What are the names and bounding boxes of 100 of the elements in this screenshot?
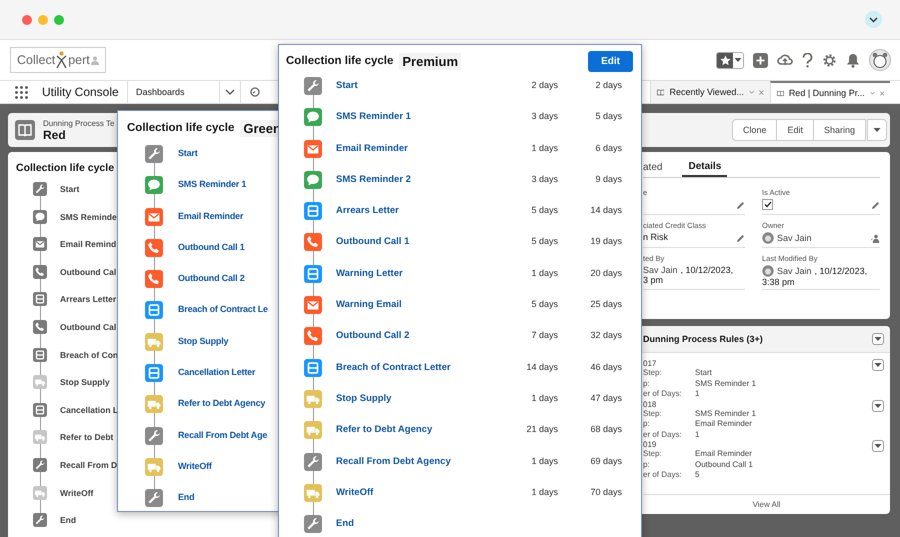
step-name: SMS Reminde <box>60 210 117 224</box>
user-link[interactable]: Sav Jain <box>777 266 812 276</box>
dropdown-button[interactable] <box>872 440 884 452</box>
record-link[interactable]: 019 <box>643 440 753 449</box>
cumulative-days: 47 days <box>572 390 622 422</box>
book-icon <box>15 120 35 140</box>
step-link[interactable]: Email Reminder <box>336 140 484 171</box>
step-days: 7 days <box>498 327 558 359</box>
figure-icon <box>56 51 68 69</box>
user-link[interactable]: Sav Jain <box>643 265 678 275</box>
dropdown-button[interactable] <box>872 400 884 412</box>
close-icon[interactable] <box>880 90 884 96</box>
chevron-icon[interactable] <box>748 90 754 94</box>
panel-title: Collection life cycle <box>127 122 234 134</box>
record-link[interactable]: 017 <box>643 359 756 368</box>
tab[interactable]: Details <box>682 158 728 177</box>
cumulative-days: 6 days <box>572 140 622 171</box>
step-link[interactable]: Start <box>336 77 484 108</box>
step-link[interactable]: Refer to Debt Agency <box>336 421 484 453</box>
step-link[interactable]: Breach of Contract Letter <box>336 358 484 390</box>
cumulative-days: 2 days <box>572 77 622 108</box>
logo-text: Collect <box>17 53 56 67</box>
pencil-icon[interactable] <box>736 234 745 243</box>
field-label: er of Days: <box>643 389 683 400</box>
caret-icon <box>874 336 882 342</box>
window-close-button[interactable] <box>22 14 32 24</box>
step-days: 1 days <box>498 264 558 296</box>
step-days: 1 days <box>498 390 558 422</box>
person-icon <box>90 56 99 64</box>
card-title: Collection life cycle <box>16 162 116 174</box>
field-value: 3 pm <box>643 275 664 285</box>
edit-button[interactable]: Edit <box>588 50 633 72</box>
step-link[interactable]: End <box>336 515 641 537</box>
add-icon[interactable] <box>753 52 768 68</box>
avatar[interactable] <box>869 49 891 71</box>
step-name: Email Remind <box>60 238 116 252</box>
action-button[interactable]: Clone <box>732 119 778 141</box>
pencil-icon[interactable] <box>736 201 745 210</box>
step-link[interactable]: Recall From Debt Agency <box>336 452 484 484</box>
field-value: 1 <box>695 389 700 400</box>
field-value: Start <box>695 368 712 378</box>
step-link[interactable]: Outbound Call 1 <box>336 233 484 265</box>
step-name: Outbound Cal <box>60 266 116 279</box>
view-all-link[interactable]: View All <box>643 494 890 514</box>
notifications-icon[interactable] <box>846 52 860 68</box>
step-link[interactable]: Arrears Letter <box>336 202 484 234</box>
expand-button[interactable] <box>865 11 882 28</box>
step-link[interactable]: Warning Email <box>336 296 484 328</box>
close-icon[interactable] <box>759 88 764 96</box>
step-days: 2 days <box>498 77 558 108</box>
step-days: 1 days <box>498 484 558 516</box>
cumulative-days: 32 days <box>572 327 622 359</box>
step-name: Recall From D <box>60 458 118 472</box>
app-launcher-icon[interactable] <box>15 86 28 98</box>
field-value: 5 <box>695 470 700 480</box>
field-value: Outbound Call 1 <box>695 460 753 470</box>
step-link[interactable]: Outbound Call 2 <box>336 327 484 359</box>
step-days: 5 days <box>498 233 558 265</box>
field-label: er of Days: <box>643 470 683 480</box>
field-label: Step: <box>643 449 663 460</box>
action-button[interactable]: Edit <box>776 119 814 141</box>
field-value: Email Reminder <box>695 419 752 430</box>
dropdown-button[interactable] <box>872 333 884 345</box>
cloud-icon[interactable] <box>777 53 793 67</box>
tab[interactable]: ated <box>643 158 668 177</box>
step-link[interactable]: Warning Letter <box>336 264 484 296</box>
console-tab[interactable]: Recently Viewed... <box>650 81 770 103</box>
pencil-icon[interactable] <box>871 201 880 210</box>
book-icon <box>657 88 664 96</box>
step-link[interactable]: Stop Supply <box>336 390 484 422</box>
navigation-dropdown[interactable]: Dashboards <box>127 81 241 103</box>
change-owner-icon[interactable] <box>871 234 880 243</box>
action-button[interactable]: Sharing <box>812 119 866 141</box>
favorites-button[interactable] <box>716 52 744 68</box>
cumulative-days: 14 days <box>572 202 622 234</box>
console-tab[interactable]: Red | Dunning Pr... <box>770 81 890 103</box>
step-name: Stop Supply <box>60 376 110 390</box>
step-link[interactable]: SMS Reminder 2 <box>336 170 484 202</box>
chevron-icon[interactable] <box>870 90 875 96</box>
cumulative-days: 46 days <box>572 358 622 390</box>
step-days: 14 days <box>498 358 558 390</box>
clock-icon[interactable] <box>250 87 260 97</box>
cumulative-days: 20 days <box>572 264 622 296</box>
step-days: 21 days <box>498 421 558 453</box>
field-value: , 10/12/2023, <box>680 265 734 275</box>
step-link[interactable]: WriteOff <box>336 484 484 516</box>
dropdown-button[interactable] <box>872 359 884 371</box>
settings-icon[interactable] <box>822 52 837 68</box>
field-label: er of Days: <box>643 430 683 440</box>
step-link[interactable]: SMS Reminder 1 <box>336 108 484 140</box>
record-title: Red <box>43 128 66 142</box>
caret-icon <box>873 127 881 133</box>
field-value: Email Reminder <box>695 449 752 460</box>
record-link[interactable]: 018 <box>643 400 756 408</box>
field-value: SMS Reminder 1 <box>695 408 756 419</box>
caret-icon <box>874 402 882 408</box>
user-link[interactable]: Sav Jain <box>777 233 812 243</box>
more-actions-button[interactable] <box>867 119 887 141</box>
field-value: 1 <box>695 430 700 440</box>
help-icon[interactable] <box>802 52 813 68</box>
